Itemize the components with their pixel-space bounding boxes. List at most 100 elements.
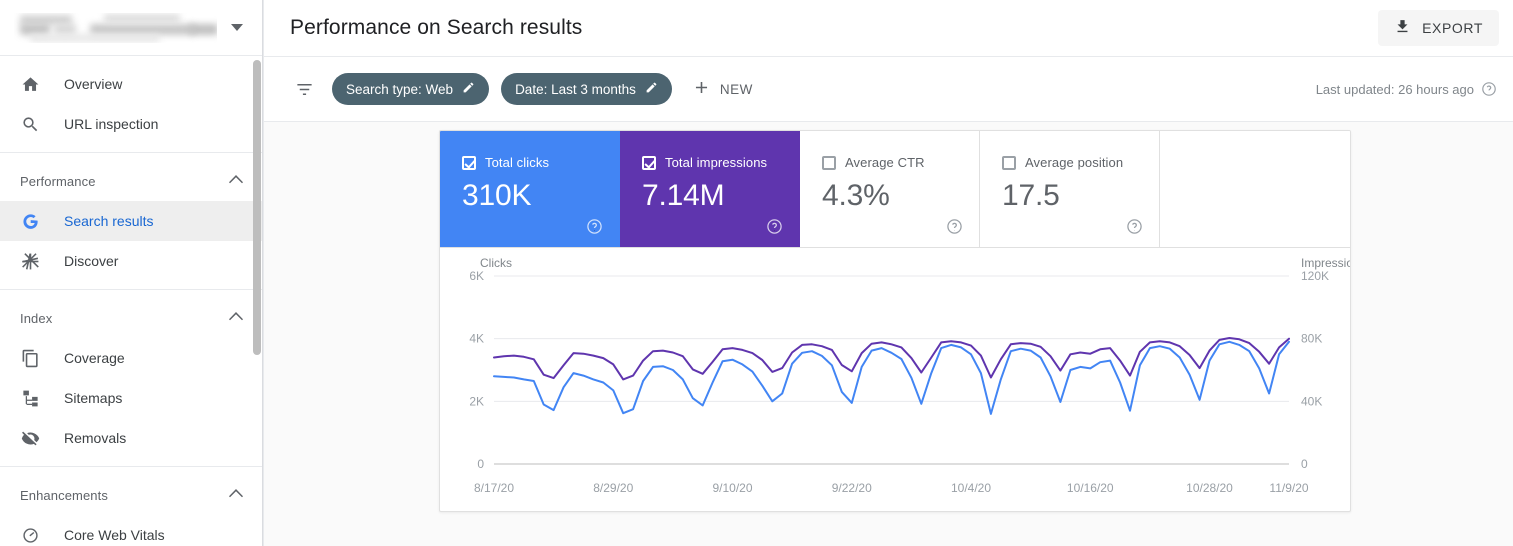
y-axis-left-tick: 6K: [469, 269, 484, 283]
help-circle-icon[interactable]: [946, 218, 963, 235]
filter-chip-label: Search type: Web: [346, 81, 454, 97]
y-axis-left-tick: 2K: [469, 394, 484, 408]
y-axis-right-tick: 80K: [1301, 332, 1322, 346]
chevron-up-icon[interactable]: [229, 309, 247, 327]
top-bar: Performance on Search results EXPORT: [264, 0, 1513, 57]
metric-value: 17.5: [1002, 179, 1060, 212]
sidebar-scrollbar-track[interactable]: [253, 57, 261, 545]
sidebar-item-sitemaps[interactable]: Sitemaps: [0, 378, 263, 418]
speedometer-icon: [20, 525, 40, 545]
checkbox-total-clicks[interactable]: [462, 155, 476, 170]
x-axis-tick: 10/16/20: [1067, 481, 1114, 495]
metric-tile-empty: [1160, 131, 1350, 247]
app-root: Overview URL inspection Performance Sear…: [0, 0, 1513, 546]
last-updated: Last updated: 26 hours ago: [1316, 81, 1497, 97]
chevron-up-icon[interactable]: [229, 172, 247, 190]
y-axis-left-tick: 0: [477, 457, 484, 471]
metric-tile-header: Average position: [1002, 155, 1159, 170]
metric-tile-average-position[interactable]: Average position 17.5: [980, 131, 1160, 247]
last-updated-text: Last updated: 26 hours ago: [1315, 81, 1474, 97]
sidebar-section-index[interactable]: Index: [0, 298, 263, 338]
chart-line-total-clicks: [493, 340, 1290, 415]
help-circle-icon[interactable]: [1126, 218, 1143, 235]
filter-bar: Search type: Web Date: Last 3 months NEW: [264, 57, 1513, 122]
checkbox-total-impressions[interactable]: [642, 155, 656, 170]
sidebar-section-title: Enhancements: [20, 487, 108, 503]
sidebar-nav: Overview URL inspection Performance Sear…: [0, 56, 263, 546]
metric-tile-total-clicks[interactable]: Total clicks 310K: [440, 131, 620, 247]
chevron-up-icon[interactable]: [229, 486, 247, 504]
search-icon: [20, 114, 40, 134]
help-circle-icon[interactable]: [586, 218, 603, 235]
nav-group-enhancements: Enhancements Core Web Vitals: [0, 466, 263, 546]
performance-card: Total clicks 310K Total impressions 7.14…: [439, 130, 1351, 512]
sidebar-item-label: Sitemaps: [64, 390, 123, 406]
pencil-icon[interactable]: [462, 81, 475, 97]
sidebar-item-label: Coverage: [64, 350, 125, 366]
home-icon: [20, 74, 40, 94]
property-name-redacted: [14, 13, 217, 43]
nav-group-primary: Overview URL inspection: [0, 56, 263, 152]
metric-label: Total clicks: [485, 155, 550, 170]
metric-tile-header: Total clicks: [462, 155, 619, 170]
sidebar-divider: [262, 0, 263, 546]
sidebar-section-enhancements[interactable]: Enhancements: [0, 475, 263, 515]
sidebar-item-label: Discover: [64, 253, 119, 269]
sidebar-section-title: Performance: [20, 173, 96, 189]
sidebar-item-url-inspection[interactable]: URL inspection: [0, 104, 263, 144]
help-circle-icon[interactable]: [1481, 81, 1497, 97]
filter-chip-search-type[interactable]: Search type: Web: [332, 73, 490, 105]
sitemap-icon: [20, 388, 40, 408]
checkbox-average-ctr[interactable]: [822, 155, 836, 170]
y-axis-right-tick: 40K: [1301, 394, 1322, 408]
y-axis-left-tick: 4K: [469, 332, 484, 346]
metric-label: Average CTR: [845, 155, 925, 170]
sidebar-section-title: Index: [20, 310, 53, 326]
main-panel: Performance on Search results EXPORT Sea…: [264, 0, 1513, 546]
metric-tile-average-ctr[interactable]: Average CTR 4.3%: [800, 131, 980, 247]
x-axis-tick: 9/10/20: [712, 481, 752, 495]
metric-tile-header: Average CTR: [822, 155, 979, 170]
sidebar-item-overview[interactable]: Overview: [0, 64, 263, 104]
sidebar-item-core-web-vitals[interactable]: Core Web Vitals: [0, 515, 263, 546]
google-g-icon: [20, 211, 40, 231]
y-axis-right-tick: 0: [1301, 457, 1308, 471]
chart-svg[interactable]: 6K 120K 4K 80K 2K 40K 0 0 8/17/20 8/29/20 9/10/20 9…: [440, 248, 1351, 512]
sidebar-item-discover[interactable]: Discover: [0, 241, 263, 281]
sidebar-item-label: Overview: [64, 76, 123, 92]
sidebar-item-removals[interactable]: Removals: [0, 418, 263, 458]
metric-value: 310K: [462, 179, 532, 212]
filter-chip-date[interactable]: Date: Last 3 months: [501, 73, 672, 105]
y-axis-right-tick: 120K: [1301, 269, 1329, 283]
eye-off-icon: [20, 428, 40, 448]
metric-tile-total-impressions[interactable]: Total impressions 7.14M: [620, 131, 800, 247]
metric-tiles: Total clicks 310K Total impressions 7.14…: [440, 131, 1350, 248]
y-axis-right-title: Impressions: [1301, 256, 1350, 270]
help-circle-icon[interactable]: [766, 218, 783, 235]
nav-group-performance: Performance Search results Discover: [0, 152, 263, 289]
add-filter-label: NEW: [719, 81, 753, 97]
page-title: Performance on Search results: [290, 16, 583, 39]
sidebar-item-label: Removals: [64, 430, 127, 446]
x-axis-tick: 9/22/20: [832, 481, 872, 495]
filter-icon[interactable]: [286, 71, 322, 107]
y-axis-left-title: Clicks: [480, 256, 512, 270]
performance-chart: 6K 120K 4K 80K 2K 40K 0 0 8/17/20 8/29/20 9/10/20 9…: [440, 248, 1351, 512]
checkbox-average-position[interactable]: [1002, 155, 1016, 170]
filter-chip-label: Date: Last 3 months: [515, 81, 636, 97]
account-selector[interactable]: [0, 0, 263, 56]
sidebar-item-coverage[interactable]: Coverage: [0, 338, 263, 378]
metric-tile-header: Total impressions: [642, 155, 799, 170]
sidebar-item-search-results[interactable]: Search results: [0, 201, 263, 241]
sidebar-section-performance[interactable]: Performance: [0, 161, 263, 201]
export-button[interactable]: EXPORT: [1378, 10, 1499, 46]
nav-group-index: Index Coverage Sitemaps Removals: [0, 289, 263, 466]
chevron-down-icon[interactable]: [225, 16, 249, 40]
metric-label: Average position: [1025, 155, 1124, 170]
plus-icon: [692, 78, 711, 100]
pencil-icon[interactable]: [645, 81, 658, 97]
x-axis-tick: 10/28/20: [1186, 481, 1233, 495]
metric-value: 7.14M: [642, 179, 725, 212]
sidebar-scrollbar-thumb[interactable]: [253, 60, 261, 355]
add-filter-button[interactable]: NEW: [684, 73, 765, 105]
